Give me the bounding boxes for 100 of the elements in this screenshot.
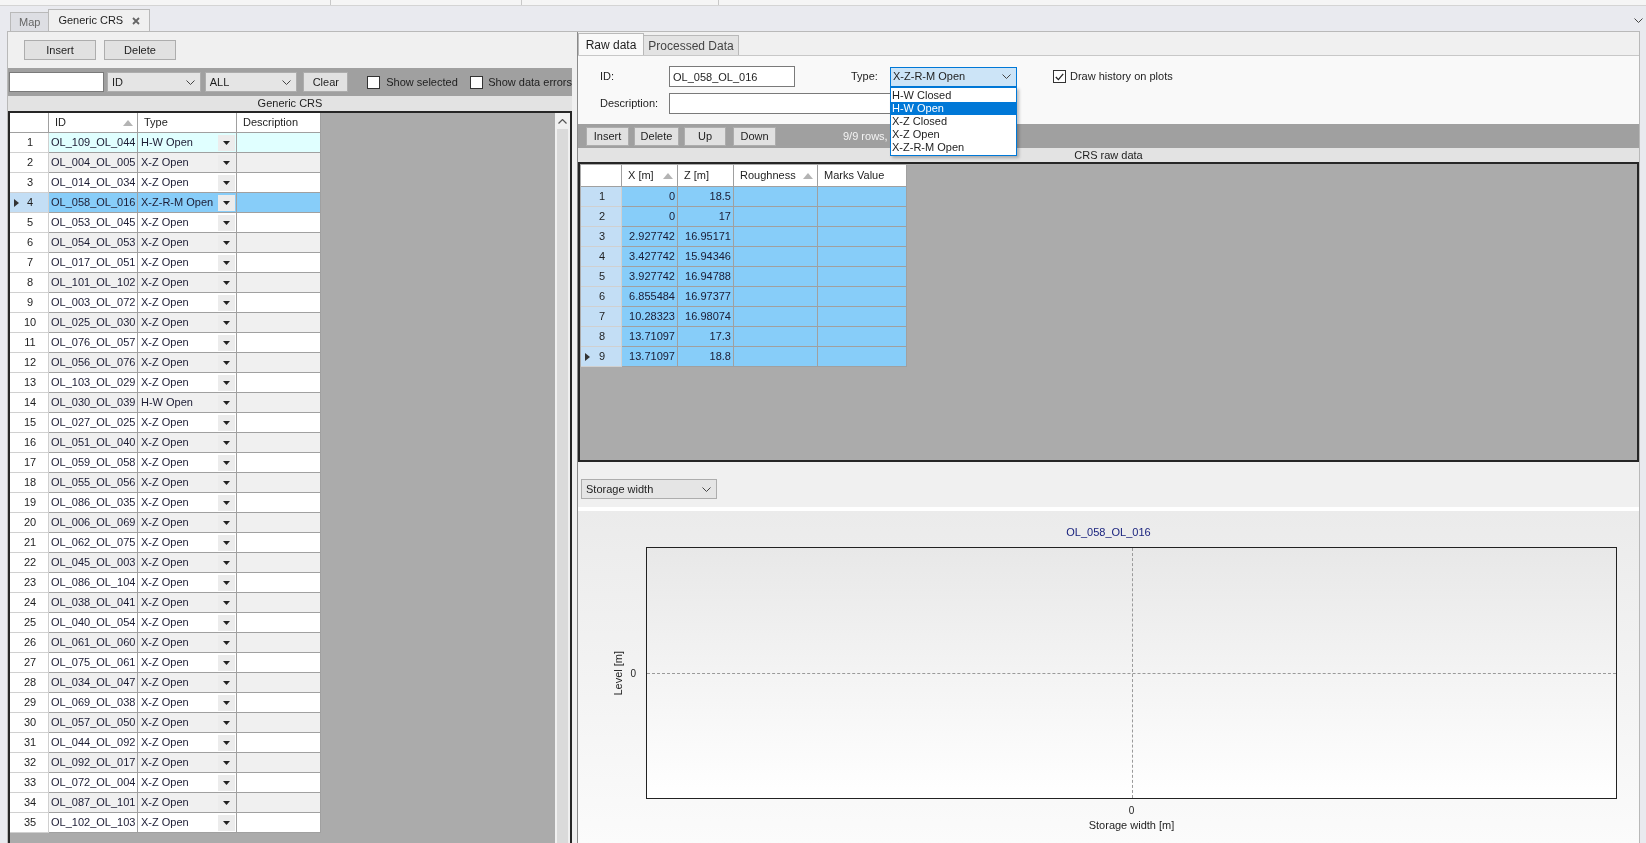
dropdown-button[interactable] (218, 194, 235, 211)
type-combo[interactable]: X-Z Open (138, 373, 237, 393)
dropdown-button[interactable] (218, 354, 235, 371)
dropdown-button[interactable] (218, 434, 235, 451)
column-header[interactable]: Description (237, 113, 321, 133)
row-header[interactable]: 12 (10, 353, 49, 373)
dropdown-button[interactable] (218, 574, 235, 591)
dropdown-button[interactable] (218, 334, 235, 351)
type-combo[interactable]: H-W Open (138, 133, 237, 153)
type-combo[interactable]: X-Z Open (138, 693, 237, 713)
checkbox[interactable] (367, 75, 381, 89)
row-header[interactable]: 25 (10, 613, 49, 633)
column-select[interactable]: ID (107, 72, 201, 92)
row-header[interactable]: 18 (10, 473, 49, 493)
row-header[interactable]: 35 (10, 813, 49, 833)
column-header[interactable]: X [m] (622, 165, 678, 187)
clear-button[interactable]: Clear (303, 72, 349, 92)
dropdown-button[interactable] (218, 734, 235, 751)
tab[interactable]: Generic CRS (48, 9, 151, 31)
type-combo[interactable]: X-Z Open (138, 713, 237, 733)
plot-type-select[interactable]: Storage width (581, 479, 717, 499)
delete-button[interactable]: Delete (104, 40, 176, 60)
type-combo[interactable]: X-Z Open (138, 793, 237, 813)
row-header[interactable]: 29 (10, 693, 49, 713)
row-header[interactable]: 31 (10, 733, 49, 753)
dropdown-button[interactable] (218, 694, 235, 711)
dropdown-button[interactable] (218, 314, 235, 331)
type-combo[interactable]: X-Z Open (138, 333, 237, 353)
dropdown-button[interactable] (218, 414, 235, 431)
dropdown-button[interactable] (218, 394, 235, 411)
row-header[interactable]: 17 (10, 453, 49, 473)
row-header[interactable]: 34 (10, 793, 49, 813)
type-filter-select[interactable]: ALL (204, 72, 298, 92)
row-header[interactable]: 8 (581, 327, 622, 347)
type-combo[interactable]: X-Z Open (138, 413, 237, 433)
dropdown-button[interactable] (218, 594, 235, 611)
chevron-up-icon[interactable] (558, 118, 567, 124)
dropdown-button[interactable] (218, 454, 235, 471)
insert-button[interactable]: Insert (586, 126, 629, 146)
dropdown-button[interactable] (218, 614, 235, 631)
dropdown-button[interactable] (218, 134, 235, 151)
dropdown-button[interactable] (218, 674, 235, 691)
type-combo[interactable]: X-Z Open (138, 513, 237, 533)
search-input[interactable] (9, 72, 104, 92)
type-combo[interactable]: X-Z Open (138, 173, 237, 193)
dropdown-button[interactable] (218, 774, 235, 791)
row-header[interactable]: 28 (10, 673, 49, 693)
row-header[interactable]: 32 (10, 753, 49, 773)
type-combo[interactable]: X-Z Open (138, 813, 237, 833)
type-combo[interactable]: X-Z Open (138, 273, 237, 293)
row-header[interactable]: 4 (581, 247, 622, 267)
row-header[interactable]: 26 (10, 633, 49, 653)
row-header[interactable]: 24 (10, 593, 49, 613)
type-combo[interactable]: X-Z Open (138, 593, 237, 613)
type-combo[interactable]: X-Z Open (138, 453, 237, 473)
row-header[interactable]: 1 (10, 133, 49, 153)
dropdown-button[interactable] (218, 174, 235, 191)
row-header[interactable]: 5 (581, 267, 622, 287)
dropdown-button[interactable] (218, 554, 235, 571)
dropdown-button[interactable] (218, 654, 235, 671)
dropdown-button[interactable] (218, 154, 235, 171)
dropdown-button[interactable] (218, 494, 235, 511)
type-combo[interactable]: X-Z Open (138, 433, 237, 453)
dropdown-button[interactable] (218, 234, 235, 251)
close-icon[interactable] (132, 16, 141, 25)
type-combo[interactable]: X-Z Open (138, 153, 237, 173)
type-combo[interactable]: X-Z Open (138, 673, 237, 693)
dropdown-button[interactable] (218, 214, 235, 231)
row-header[interactable]: 30 (10, 713, 49, 733)
type-combo[interactable]: H-W Open (138, 393, 237, 413)
row-header[interactable]: 10 (10, 313, 49, 333)
tab[interactable]: Raw data (578, 33, 644, 55)
row-header[interactable]: 33 (10, 773, 49, 793)
type-combo[interactable]: X-Z Open (138, 613, 237, 633)
type-combo[interactable]: X-Z Open (138, 733, 237, 753)
dropdown-button[interactable] (218, 514, 235, 531)
dropdown-button[interactable] (218, 794, 235, 811)
dropdown-button[interactable] (218, 274, 235, 291)
delete-button[interactable]: Delete (634, 126, 679, 146)
tab[interactable]: Map (10, 12, 49, 31)
scrollbar[interactable] (555, 113, 570, 843)
type-combo[interactable]: X-Z Open (138, 553, 237, 573)
row-header[interactable]: 2 (10, 153, 49, 173)
column-header[interactable]: Marks Value (818, 165, 907, 187)
row-header[interactable]: 14 (10, 393, 49, 413)
dropdown-button[interactable] (218, 754, 235, 771)
column-header[interactable]: Roughness (734, 165, 818, 187)
type-combo[interactable]: X-Z Open (138, 653, 237, 673)
type-combo[interactable]: X-Z Open (138, 233, 237, 253)
row-header[interactable]: 3 (581, 227, 622, 247)
dropdown-button[interactable] (218, 814, 235, 831)
type-combo[interactable]: X-Z Open (138, 353, 237, 373)
row-header[interactable]: 27 (10, 653, 49, 673)
move-down-button[interactable]: Down (733, 126, 776, 146)
checkbox[interactable] (1053, 70, 1066, 83)
dropdown-button[interactable] (218, 634, 235, 651)
column-header[interactable]: ID (49, 113, 138, 133)
dropdown-button[interactable] (218, 374, 235, 391)
type-select[interactable]: X-Z-R-M Open (890, 66, 1017, 87)
dropdown-button[interactable] (218, 534, 235, 551)
